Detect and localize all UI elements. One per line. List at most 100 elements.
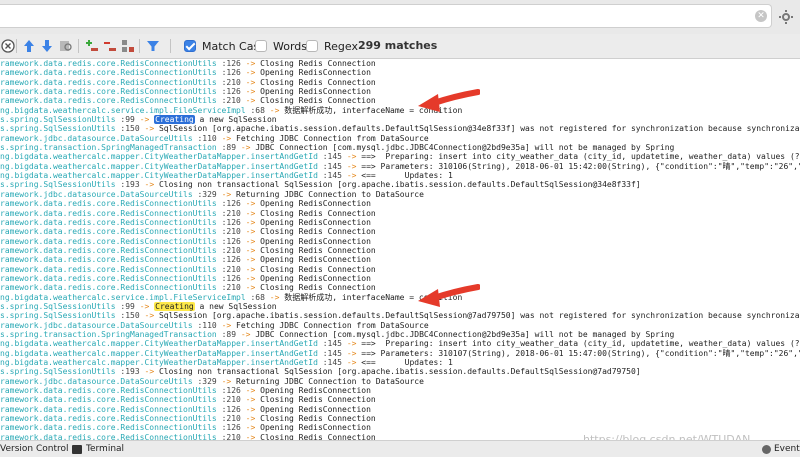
log-line-number: :210 bbox=[221, 96, 241, 106]
log-arrow: -> bbox=[245, 245, 256, 255]
terminal-tab[interactable]: Terminal bbox=[72, 443, 124, 455]
log-line: ng.bigdata.weathercalc.mapper.CityWeathe… bbox=[0, 358, 800, 367]
log-line: ng.bigdata.weathercalc.service.impl.File… bbox=[0, 106, 800, 115]
log-line-number: :145 bbox=[322, 339, 342, 349]
log-line: ng.bigdata.weathercalc.service.impl.File… bbox=[0, 293, 800, 302]
words-option[interactable]: Words bbox=[255, 38, 307, 54]
clear-search-icon[interactable]: ✕ bbox=[755, 10, 767, 22]
log-arrow: -> bbox=[221, 320, 232, 330]
log-message: Opening RedisConnection bbox=[260, 423, 371, 433]
add-occurrence-icon[interactable] bbox=[84, 38, 100, 54]
log-source: ramework.jdbc.datasource.DataSourceUtils bbox=[0, 376, 193, 386]
log-arrow: -> bbox=[346, 171, 357, 181]
log-source: s.spring.SqlSessionUtils bbox=[0, 124, 116, 134]
log-line: ramework.data.redis.core.RedisConnection… bbox=[0, 218, 800, 227]
log-arrow: -> bbox=[269, 292, 280, 302]
log-source: ramework.data.redis.core.RedisConnection… bbox=[0, 217, 217, 227]
arrow-up-icon[interactable] bbox=[21, 38, 37, 54]
log-message: Closing Redis Connection bbox=[260, 264, 376, 274]
log-line-number: :126 bbox=[221, 404, 241, 414]
console-log[interactable]: ramework.data.redis.core.RedisConnection… bbox=[0, 59, 800, 440]
log-line-number: :99 bbox=[120, 115, 135, 125]
log-source: ramework.data.redis.core.RedisConnection… bbox=[0, 414, 217, 424]
log-arrow: -> bbox=[240, 329, 251, 339]
find-in-path-icon[interactable] bbox=[58, 38, 74, 54]
log-arrow: -> bbox=[245, 59, 256, 68]
log-message: Fetching JDBC Connection from DataSource bbox=[236, 133, 429, 143]
log-source: s.spring.SqlSessionUtils bbox=[0, 115, 116, 125]
log-arrow: -> bbox=[245, 217, 256, 227]
log-message: Closing non transactional SqlSession [or… bbox=[158, 180, 641, 190]
log-line: s.spring.transaction.SpringManagedTransa… bbox=[0, 143, 800, 152]
log-source: ramework.data.redis.core.RedisConnection… bbox=[0, 227, 217, 237]
search-match-highlight: Creating bbox=[154, 301, 195, 311]
match-case-checkbox[interactable] bbox=[184, 40, 196, 52]
words-checkbox[interactable] bbox=[255, 40, 267, 52]
log-source: ramework.data.redis.core.RedisConnection… bbox=[0, 68, 217, 78]
log-message: ==> Parameters: 310106(String), 2018-06-… bbox=[361, 161, 800, 171]
event-log-tab[interactable]: Event bbox=[762, 443, 800, 455]
log-source: ng.bigdata.weathercalc.mapper.CityWeathe… bbox=[0, 161, 318, 171]
log-line-number: :210 bbox=[221, 227, 241, 237]
close-find-icon[interactable] bbox=[0, 38, 16, 54]
log-source: ng.bigdata.weathercalc.mapper.CityWeathe… bbox=[0, 152, 318, 162]
log-message: Closing Redis Connection bbox=[260, 245, 376, 255]
words-label: Words bbox=[273, 39, 308, 53]
search-box[interactable]: ✕ bbox=[0, 4, 772, 28]
log-arrow: -> bbox=[245, 87, 256, 97]
log-line: s.spring.SqlSessionUtils :99 -> Creating… bbox=[0, 115, 800, 125]
log-message: Opening RedisConnection bbox=[260, 217, 371, 227]
toolbar-separator bbox=[139, 39, 140, 53]
log-source: ramework.data.redis.core.RedisConnection… bbox=[0, 87, 217, 97]
log-arrow: -> bbox=[346, 161, 357, 171]
annotation-arrow-icon bbox=[418, 89, 480, 112]
log-arrow: -> bbox=[240, 143, 251, 153]
log-arrow: -> bbox=[144, 124, 155, 134]
settings-gear-icon[interactable] bbox=[778, 9, 794, 25]
log-source: ramework.data.redis.core.RedisConnection… bbox=[0, 264, 217, 274]
log-message: Opening RedisConnection bbox=[260, 255, 371, 265]
log-message: Closing Redis Connection bbox=[260, 432, 376, 440]
log-line-number: :126 bbox=[221, 423, 241, 433]
log-source: ng.bigdata.weathercalc.service.impl.File… bbox=[0, 292, 246, 302]
log-message: Opening RedisConnection bbox=[260, 273, 371, 283]
match-case-option[interactable]: Match Case bbox=[184, 38, 266, 54]
search-match-highlight: Creating bbox=[154, 115, 195, 125]
log-line-number: :329 bbox=[197, 189, 217, 199]
log-arrow: -> bbox=[245, 395, 256, 405]
log-line: s.spring.SqlSessionUtils :150 -> SqlSess… bbox=[0, 311, 800, 320]
annotation-arrow-icon bbox=[418, 284, 480, 307]
log-line: ng.bigdata.weathercalc.mapper.CityWeathe… bbox=[0, 162, 800, 171]
log-line: ramework.data.redis.core.RedisConnection… bbox=[0, 414, 800, 423]
log-message: Opening RedisConnection bbox=[260, 386, 371, 396]
log-source: s.spring.SqlSessionUtils bbox=[0, 367, 116, 377]
log-line-number: :126 bbox=[221, 273, 241, 283]
log-line: ramework.jdbc.datasource.DataSourceUtils… bbox=[0, 377, 800, 386]
remove-occurrence-icon[interactable] bbox=[102, 38, 118, 54]
log-arrow: -> bbox=[245, 386, 256, 396]
select-all-occurrences-icon[interactable] bbox=[120, 38, 136, 54]
log-line-number: :126 bbox=[221, 255, 241, 265]
search-input[interactable] bbox=[4, 8, 748, 26]
log-message: Closing Redis Connection bbox=[260, 77, 376, 87]
filter-icon[interactable] bbox=[145, 38, 161, 54]
arrow-down-icon[interactable] bbox=[39, 38, 55, 54]
log-message: ==> Preparing: insert into city_weather_… bbox=[361, 339, 800, 349]
log-source: ramework.data.redis.core.RedisConnection… bbox=[0, 283, 217, 293]
log-source: s.spring.SqlSessionUtils bbox=[0, 301, 116, 311]
log-line: ramework.data.redis.core.RedisConnection… bbox=[0, 237, 800, 246]
log-line-number: :145 bbox=[322, 348, 342, 358]
log-arrow: -> bbox=[221, 189, 232, 199]
log-line: ramework.data.redis.core.RedisConnection… bbox=[0, 96, 800, 105]
log-source: ramework.data.redis.core.RedisConnection… bbox=[0, 77, 217, 87]
regex-label: Regex bbox=[324, 39, 358, 53]
regex-option[interactable]: Regex bbox=[306, 38, 358, 54]
log-line: ramework.jdbc.datasource.DataSourceUtils… bbox=[0, 134, 800, 143]
version-control-tab[interactable]: Version Control bbox=[0, 443, 69, 455]
log-message: Returning JDBC Connection to DataSource bbox=[236, 189, 424, 199]
log-message: a new SqlSession bbox=[194, 301, 277, 311]
log-message: <== Updates: 1 bbox=[361, 171, 453, 181]
regex-checkbox[interactable] bbox=[306, 40, 318, 52]
log-line-number: :126 bbox=[221, 236, 241, 246]
find-toolbar: Match Case Words Regex 299 matches bbox=[0, 34, 800, 59]
